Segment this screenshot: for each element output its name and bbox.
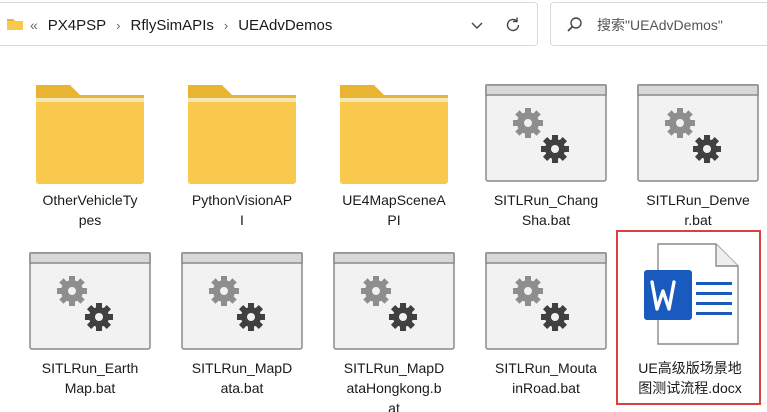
- file-name-line: SITLRun_Mouta: [495, 360, 597, 376]
- file-name-line: Map.bat: [64, 380, 116, 396]
- file-name-line: ataHongkong.b: [346, 380, 442, 396]
- file-name-line: PythonVisionAP: [191, 192, 293, 208]
- file-name-line: PI: [387, 212, 401, 228]
- breadcrumb: « PX4PSP › RflySimAPIs › UEAdvDemos: [30, 3, 332, 47]
- file-name: SITLRun_Chang Sha.bat: [476, 190, 616, 230]
- file-name: SITLRun_Denve r.bat: [628, 190, 767, 230]
- breadcrumb-separator[interactable]: ›: [116, 18, 120, 33]
- gear-batch-icon: [628, 80, 767, 196]
- file-name: SITLRun_Mouta inRoad.bat: [476, 358, 616, 398]
- folder-icon: [20, 80, 160, 196]
- file-name-line: OtherVehicleTy: [42, 192, 138, 208]
- file-name-line: 图测试流程.docx: [638, 380, 742, 396]
- gear-batch-icon: [476, 248, 616, 364]
- file-name-line: ata.bat: [220, 380, 264, 396]
- file-name-line: pes: [78, 212, 102, 228]
- file-name-line: SITLRun_Chang: [493, 192, 599, 208]
- navigation-bar: « PX4PSP › RflySimAPIs › UEAdvDemos 搜索"U…: [0, 0, 767, 48]
- file-name: UE4MapSceneA PI: [324, 190, 464, 230]
- file-name-line: I: [240, 212, 244, 228]
- search-icon: [565, 15, 585, 35]
- file-name-line: SITLRun_MapD: [191, 360, 293, 376]
- gear-batch-icon: [172, 248, 312, 364]
- word-document-icon: [620, 240, 760, 356]
- file-name: OtherVehicleTy pes: [20, 190, 160, 230]
- file-name-line: SITLRun_Earth: [41, 360, 139, 376]
- search-input-placeholder[interactable]: 搜索"UEAdvDemos": [597, 3, 723, 47]
- file-name-line: r.bat: [684, 212, 712, 228]
- gear-batch-icon: [20, 248, 160, 364]
- file-name-line: Sha.bat: [521, 212, 571, 228]
- file-name-line: at: [388, 400, 400, 412]
- file-name: UE高级版场景地 图测试流程.docx: [620, 358, 760, 398]
- gear-batch-icon: [476, 80, 616, 196]
- breadcrumb-separator[interactable]: ›: [224, 18, 228, 33]
- breadcrumb-item-ueadvdemos[interactable]: UEAdvDemos: [238, 17, 332, 34]
- file-name: PythonVisionAP I: [172, 190, 312, 230]
- address-bar[interactable]: « PX4PSP › RflySimAPIs › UEAdvDemos: [0, 2, 538, 46]
- file-name: SITLRun_Earth Map.bat: [20, 358, 160, 398]
- refresh-icon[interactable]: [503, 15, 523, 35]
- breadcrumb-item-px4psp[interactable]: PX4PSP: [48, 17, 106, 34]
- folder-icon: [324, 80, 464, 196]
- file-name: SITLRun_MapD ataHongkong.b at: [324, 358, 464, 412]
- chevron-down-icon[interactable]: [467, 15, 487, 35]
- file-name-line: UE高级版场景地: [638, 360, 742, 376]
- breadcrumb-item-rflysimapis[interactable]: RflySimAPIs: [131, 17, 214, 34]
- file-name-line: UE4MapSceneA: [342, 192, 446, 208]
- gear-batch-icon: [324, 248, 464, 364]
- breadcrumb-overflow[interactable]: «: [30, 17, 38, 33]
- file-name-line: SITLRun_Denve: [646, 192, 750, 208]
- file-name-line: inRoad.bat: [512, 380, 580, 396]
- folder-icon: [172, 80, 312, 196]
- file-name-line: SITLRun_MapD: [343, 360, 445, 376]
- file-name: SITLRun_MapD ata.bat: [172, 358, 312, 398]
- search-box[interactable]: 搜索"UEAdvDemos": [550, 2, 767, 46]
- folder-mini-icon: [6, 17, 24, 31]
